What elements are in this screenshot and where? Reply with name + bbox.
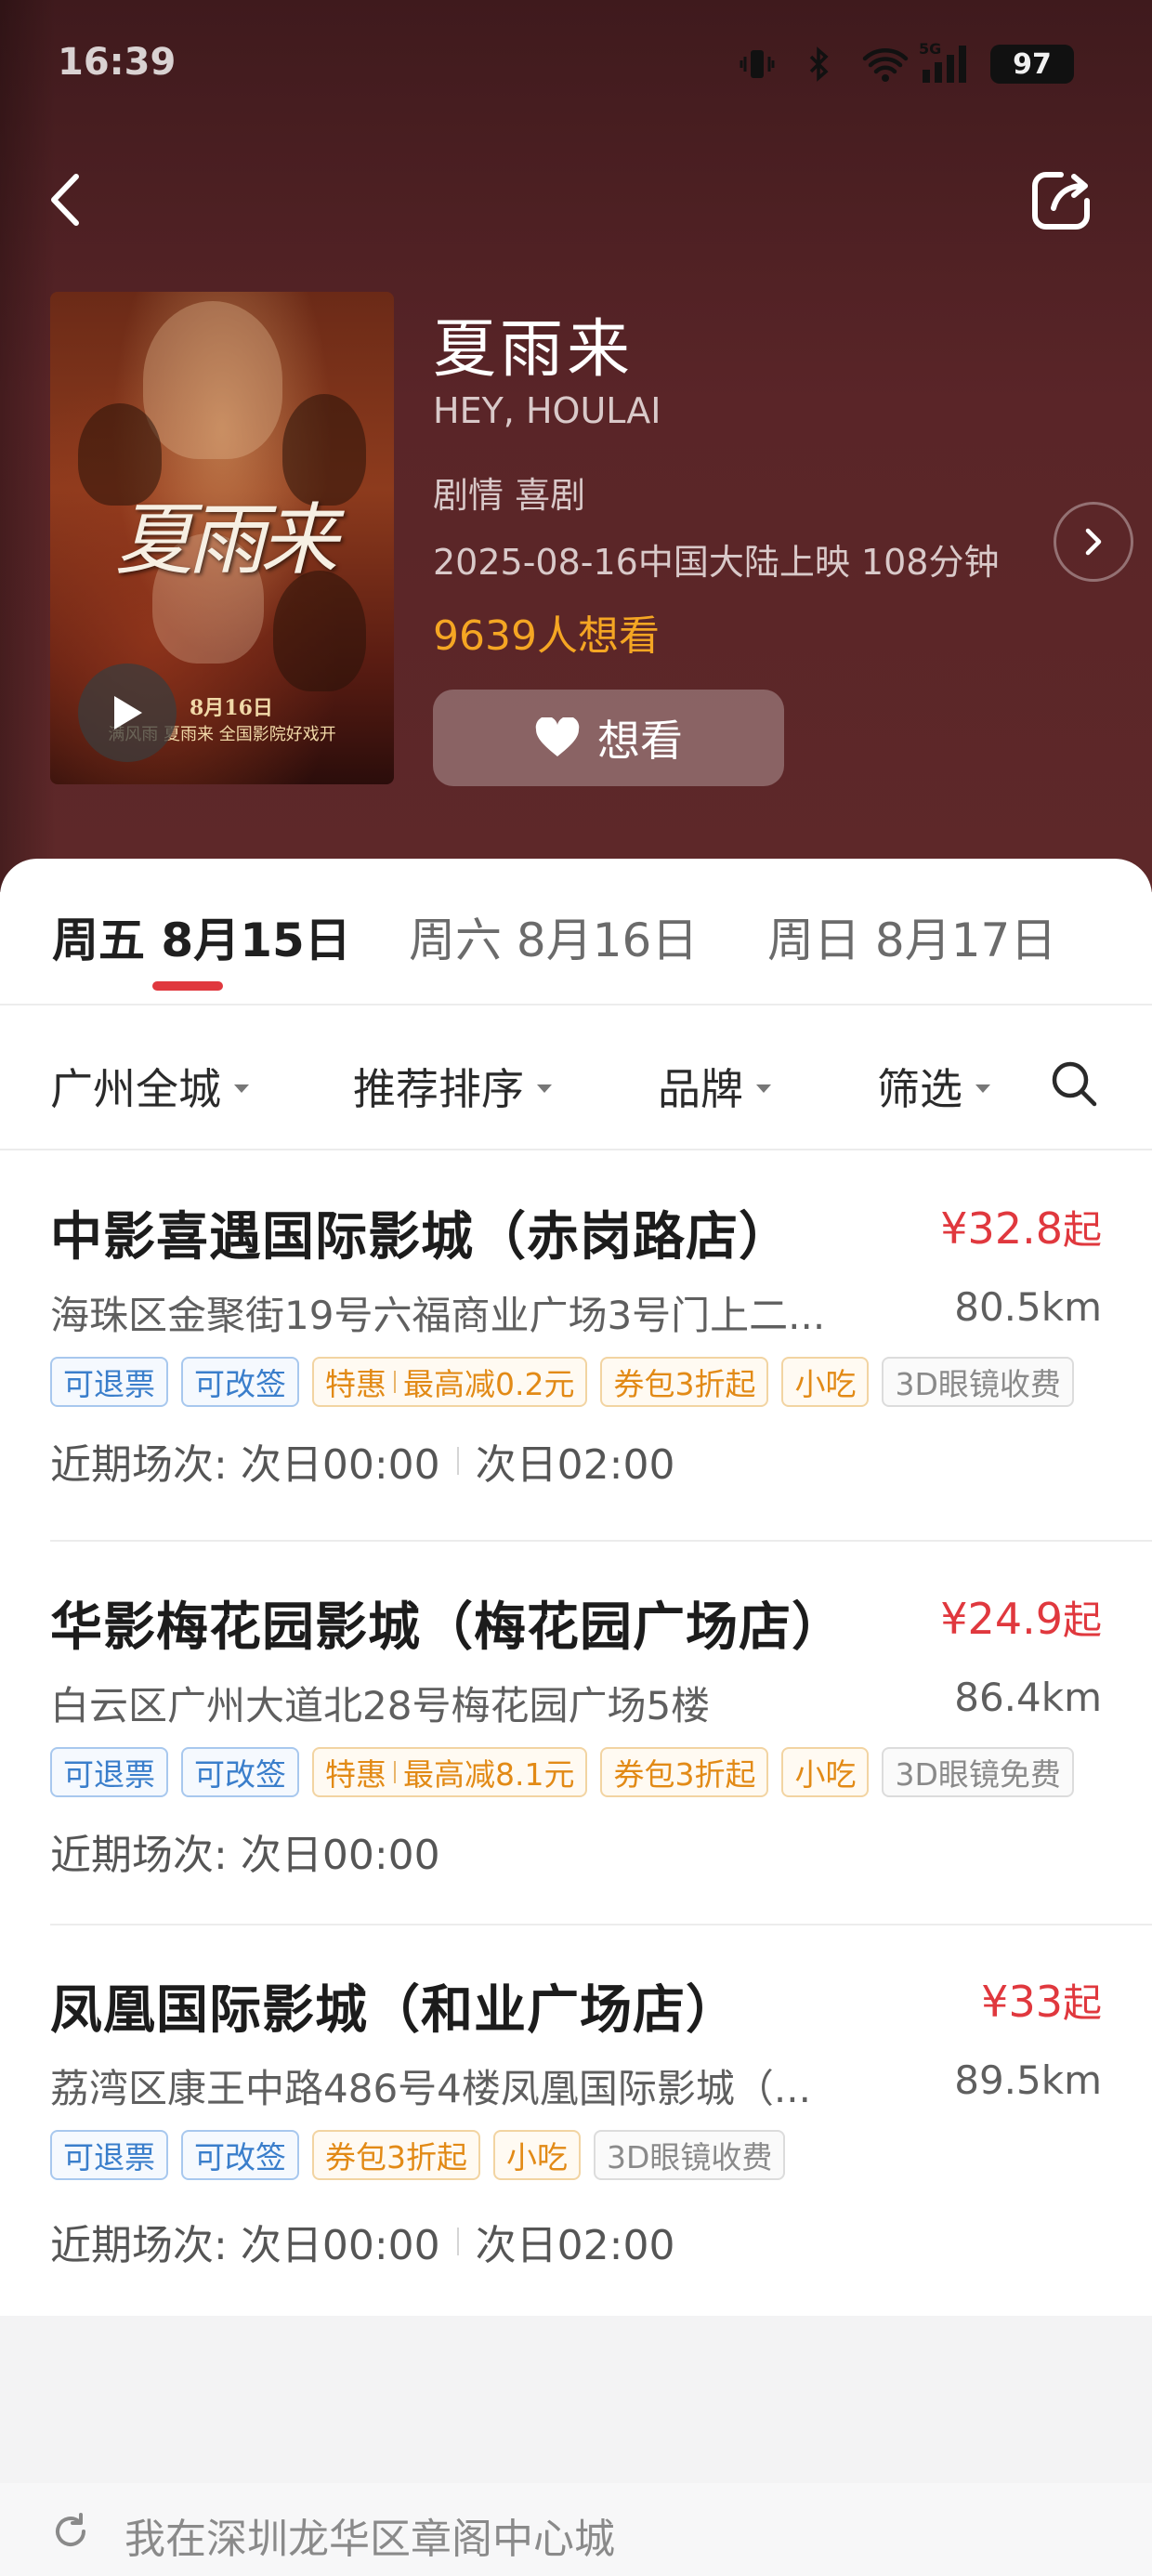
tag-snack: 小吃 — [781, 1357, 870, 1407]
status-time: 16:39 — [58, 41, 177, 84]
tag-refundable: 可退票 — [50, 2130, 168, 2180]
tag-discount: 特惠 最高减0.2元 — [312, 1357, 588, 1407]
cinema-address: 海珠区金聚街19号六福商业广场3号门上二... — [50, 1293, 826, 1338]
movie-english-title: HEY, HOULAI — [433, 390, 661, 431]
cellular-signal-icon: 5G — [919, 40, 966, 83]
cinema-item[interactable]: 凤凰国际影城（和业广场店） ¥33起 荔湾区康王中路486号4楼凤凰国际影城（.… — [0, 1925, 1152, 2269]
recent-showtimes: 近期场次: 次日00:00 次日02:00 — [50, 1431, 674, 1491]
tag-coupon: 券包3折起 — [600, 1747, 769, 1797]
cinema-distance: 89.5km — [954, 2057, 1102, 2103]
showtime: 次日00:00 — [240, 2222, 440, 2269]
tag-snack: 小吃 — [493, 2130, 581, 2180]
tag-changeable: 可改签 — [181, 2130, 299, 2180]
tag-3d-glasses: 3D眼镜收费 — [882, 1357, 1074, 1407]
tag-snack: 小吃 — [781, 1747, 870, 1797]
tag-3d-glasses: 3D眼镜收费 — [594, 2130, 786, 2180]
tag-refundable: 可退票 — [50, 1357, 168, 1407]
cinema-item[interactable]: 中影喜遇国际影城（赤岗路店） ¥32.8起 海珠区金聚街19号六福商业广场3号门… — [0, 1152, 1152, 1489]
play-icon — [114, 696, 142, 729]
want-count: 9639人想看 — [433, 612, 660, 660]
tab-date-0816[interactable]: 周六 8月16日 — [409, 903, 698, 970]
status-icons: 5G 97 — [739, 40, 1074, 84]
tag-refundable: 可退票 — [50, 1747, 168, 1797]
chevron-right-icon — [1085, 528, 1102, 556]
tag-changeable: 可改签 — [181, 1357, 299, 1407]
battery-icon: 97 — [990, 45, 1074, 84]
tag-coupon: 券包3折起 — [600, 1357, 769, 1407]
filter-area[interactable]: 广州全城 — [50, 1056, 249, 1117]
cinema-name: 凤凰国际影城（和业广场店） — [50, 1980, 739, 2041]
filter-area-label: 广州全城 — [50, 1064, 221, 1114]
showtime: 次日00:00 — [240, 1832, 440, 1879]
movie-release-info: 2025-08-16中国大陆上映 108分钟 — [433, 542, 1000, 583]
divider — [50, 1540, 1152, 1542]
share-button[interactable] — [1026, 165, 1096, 236]
showtimes-sheet: 周五 8月15日 周六 8月16日 周日 8月17日 广州全城 推荐排序 品牌 … — [0, 859, 1152, 2316]
filter-brand[interactable]: 品牌 — [658, 1056, 771, 1117]
movie-poster[interactable]: 夏雨来 8月16日 满风雨 夏雨来 全国影院好戏开 — [50, 292, 394, 784]
cinema-name: 中影喜遇国际影城（赤岗路店） — [50, 1207, 792, 1268]
cinema-tags: 可退票 可改签 特惠 最高减8.1元 券包3折起 小吃 3D眼镜免费 — [50, 1747, 1074, 1797]
heart-icon — [535, 717, 580, 756]
tag-discount: 特惠 最高减8.1元 — [312, 1747, 588, 1797]
cinema-tags: 可退票 可改签 特惠 最高减0.2元 券包3折起 小吃 3D眼镜收费 — [50, 1357, 1074, 1407]
caret-down-icon — [537, 1084, 552, 1093]
caret-down-icon — [234, 1084, 249, 1093]
filter-sort[interactable]: 推荐排序 — [353, 1056, 552, 1117]
wifi-icon — [861, 46, 909, 83]
filter-sort-label: 推荐排序 — [353, 1064, 524, 1114]
date-tabs: 周五 8月15日 周六 8月16日 周日 8月17日 — [0, 859, 1152, 1005]
showtimes-label: 近期场次: — [50, 1832, 228, 1879]
cinema-address: 白云区广州大道北28号梅花园广场5楼 — [50, 1683, 711, 1728]
showtimes-label: 近期场次: — [50, 1441, 228, 1489]
tab-date-0817[interactable]: 周日 8月17日 — [767, 903, 1056, 970]
filter-bar: 广州全城 推荐排序 品牌 筛选 — [0, 1007, 1152, 1150]
filter-more-label: 筛选 — [877, 1064, 962, 1114]
tag-coupon: 券包3折起 — [312, 2130, 480, 2180]
play-trailer-button[interactable] — [78, 664, 177, 762]
poster-title: 夏雨来 — [115, 494, 338, 585]
recent-showtimes: 近期场次: 次日00:00 次日02:00 — [50, 2212, 674, 2271]
cinema-price: ¥33起 — [981, 1977, 1102, 2027]
poster-figure — [143, 301, 282, 459]
recent-showtimes: 近期场次: 次日00:00 — [50, 1821, 440, 1881]
tag-3d-glasses: 3D眼镜免费 — [882, 1747, 1074, 1797]
refresh-icon[interactable] — [50, 2511, 91, 2552]
showtime: 次日02:00 — [475, 2222, 675, 2269]
movie-genres: 剧情 喜剧 — [433, 475, 586, 516]
cinema-address: 荔湾区康王中路486号4楼凤凰国际影城（... — [50, 2066, 811, 2111]
showtime: 次日02:00 — [475, 1441, 675, 1489]
showtimes-label: 近期场次: — [50, 2222, 228, 2269]
current-location-text: 我在深圳龙华区章阁中心城 — [124, 2516, 615, 2563]
bluetooth-icon — [800, 46, 837, 83]
caret-down-icon — [975, 1084, 990, 1093]
tab-date-0815[interactable]: 周五 8月15日 — [52, 903, 351, 970]
showtime: 次日00:00 — [240, 1441, 440, 1489]
search-button[interactable] — [1048, 1058, 1100, 1110]
vibrate-icon — [739, 46, 776, 83]
filter-more[interactable]: 筛选 — [877, 1056, 990, 1117]
movie-title: 夏雨来 — [433, 313, 635, 387]
search-icon — [1052, 1061, 1097, 1107]
status-bar: 16:39 5G 97 — [0, 0, 1152, 139]
current-location-bar[interactable]: 我在深圳龙华区章阁中心城 — [0, 2483, 1152, 2576]
cinema-price: ¥24.9起 — [940, 1594, 1102, 1644]
poster-date: 8月16日 — [190, 696, 273, 720]
cinema-distance: 80.5km — [954, 1284, 1102, 1330]
cinema-distance: 86.4km — [954, 1675, 1102, 1720]
caret-down-icon — [756, 1084, 771, 1093]
cinema-tags: 可退票 可改签 券包3折起 小吃 3D眼镜收费 — [50, 2130, 786, 2180]
want-button-label: 想看 — [597, 716, 683, 766]
cinema-price: ¥32.8起 — [940, 1203, 1102, 1254]
want-to-see-button[interactable]: 想看 — [433, 690, 784, 786]
tag-changeable: 可改签 — [181, 1747, 299, 1797]
movie-detail-button[interactable] — [1054, 502, 1133, 582]
cinema-name: 华影梅花园影城（梅花园广场店） — [50, 1597, 844, 1658]
movie-header: 16:39 5G 97 夏雨来 8月16日 满风雨 夏雨来 全国影院好戏开 夏雨… — [0, 0, 1152, 892]
cinema-item[interactable]: 华影梅花园影城（梅花园广场店） ¥24.9起 白云区广州大道北28号梅花园广场5… — [0, 1543, 1152, 1879]
active-tab-indicator — [152, 981, 223, 991]
filter-brand-label: 品牌 — [658, 1064, 743, 1114]
back-button[interactable] — [39, 167, 95, 232]
